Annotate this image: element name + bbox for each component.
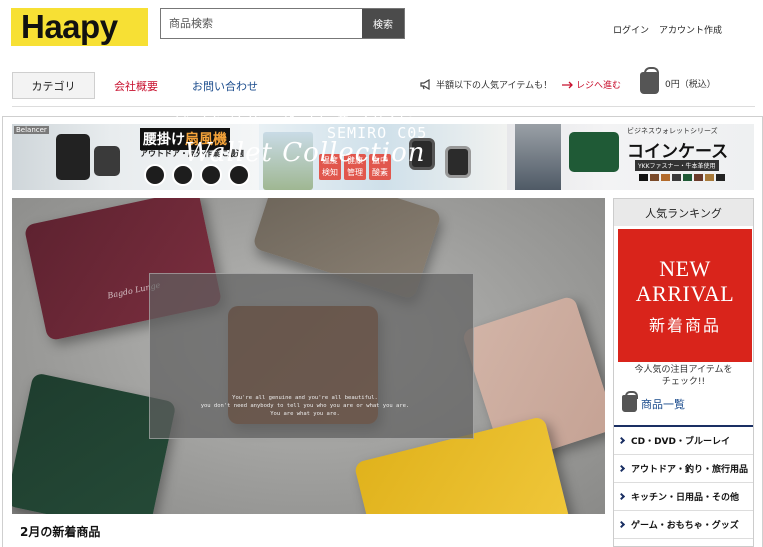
site-logo[interactable]: Haapy [11, 8, 148, 46]
search-bar: 検索 [160, 8, 405, 39]
chevron-right-icon [617, 520, 626, 529]
category-label: ゲーム・おもちゃ・グッズ [631, 521, 739, 531]
login-link[interactable]: ログイン [613, 23, 649, 36]
category-item[interactable]: CD・DVD・ブルーレイ [614, 427, 753, 455]
create-account-link[interactable]: アカウント作成 [659, 23, 722, 36]
hero-fine-print: You're all genuine and you're all beauti… [232, 395, 378, 401]
category-label: CD・DVD・ブルーレイ [631, 437, 730, 447]
sidebar-note-line-2: チェック!! [661, 377, 706, 387]
banner-coincase[interactable]: ビジネスウォレットシリーズ コインケース YKKファスナー・牛本革使用 [507, 124, 754, 190]
arrow-right-icon [562, 81, 573, 88]
new-arrival-banner[interactable]: NEW ARRIVAL 新着商品 [618, 229, 752, 362]
banner-coincase-series: ビジネスウォレットシリーズ [627, 127, 718, 135]
sidebar-note-line-1: 今人気の注目アイテムを [634, 365, 733, 375]
shopping-bag-icon [640, 67, 659, 94]
megaphone-icon [420, 79, 430, 90]
category-item[interactable]: アウトドア・釣り・旅行用品 [614, 455, 753, 483]
product-list-link[interactable]: 商品一覧 [622, 391, 685, 412]
hero-fine-print: you don't need anybody to tell you who y… [200, 403, 410, 409]
search-button[interactable]: 検索 [362, 9, 404, 38]
search-input[interactable] [161, 9, 362, 38]
coincase-image [569, 132, 619, 172]
chevron-right-icon [617, 436, 626, 445]
category-label: キッチン・日用品・その他 [631, 493, 740, 503]
hero-fine-print: You are what you are. [270, 411, 340, 417]
sidebar: 人気ランキング NEW ARRIVAL 新着商品 今人気の注目アイテムを チェッ… [613, 198, 754, 547]
fan-device-image [56, 134, 90, 180]
fan-belt-image [94, 146, 120, 176]
man-photo [515, 124, 561, 190]
category-item[interactable]: キッチン・日用品・その他 [614, 483, 753, 511]
product-list-label: 商品一覧 [641, 397, 685, 411]
category-item[interactable]: ゲーム・おもちゃ・グッズ [614, 511, 753, 539]
new-items-heading: 2月の新着商品 [20, 525, 101, 539]
promo-text: 半額以下の人気アイテムも！ [436, 81, 553, 91]
chevron-right-icon [617, 464, 626, 473]
logo-text: Haapy [21, 8, 118, 45]
contact-link[interactable]: お問い合わせ [192, 78, 258, 94]
checkout-label: レジへ進む [576, 81, 622, 91]
shopping-bag-icon [622, 391, 638, 412]
banner-brand-tag: Belancer [14, 126, 49, 134]
category-label: アウトドア・釣り・旅行用品 [631, 465, 749, 475]
color-swatches [639, 174, 725, 181]
new-arrival-jp: 新着商品 [648, 315, 721, 335]
ranking-heading: 人気ランキング [614, 199, 753, 226]
category-tab[interactable]: カテゴリ [12, 72, 95, 99]
company-link[interactable]: 会社概要 [114, 78, 158, 94]
new-arrival-en-2: ARRIVAL [635, 280, 735, 306]
checkout-link[interactable]: レジへ進む [562, 78, 621, 91]
hero-banner[interactable]: Bagdo Lunge [12, 198, 605, 514]
account-links: ログイン アカウント作成 [613, 23, 722, 36]
promo-notice[interactable]: 半額以下の人気アイテムも！ [420, 78, 552, 91]
new-arrival-en-1: NEW [659, 255, 711, 281]
cart-button[interactable]: 0円（税込） [640, 67, 716, 94]
chevron-right-icon [617, 492, 626, 501]
category-list: CD・DVD・ブルーレイ アウトドア・釣り・旅行用品 キッチン・日用品・その他 … [614, 425, 753, 539]
sidebar-note: 今人気の注目アイテムを チェック!! [614, 364, 753, 388]
page: Haapy 検索 ログイン アカウント作成 カテゴリ 会社概要 お問い合わせ 半… [0, 0, 763, 547]
hero-headline: ぴったりが、きっと見つかる。 [174, 106, 426, 124]
hero-script-title: Wallet Collection [184, 138, 426, 168]
cart-total: 0円（税込） [665, 79, 716, 90]
banner-coincase-sub: YKKファスナー・牛本革使用 [635, 160, 719, 171]
banner-coincase-title: コインケース [627, 142, 729, 162]
